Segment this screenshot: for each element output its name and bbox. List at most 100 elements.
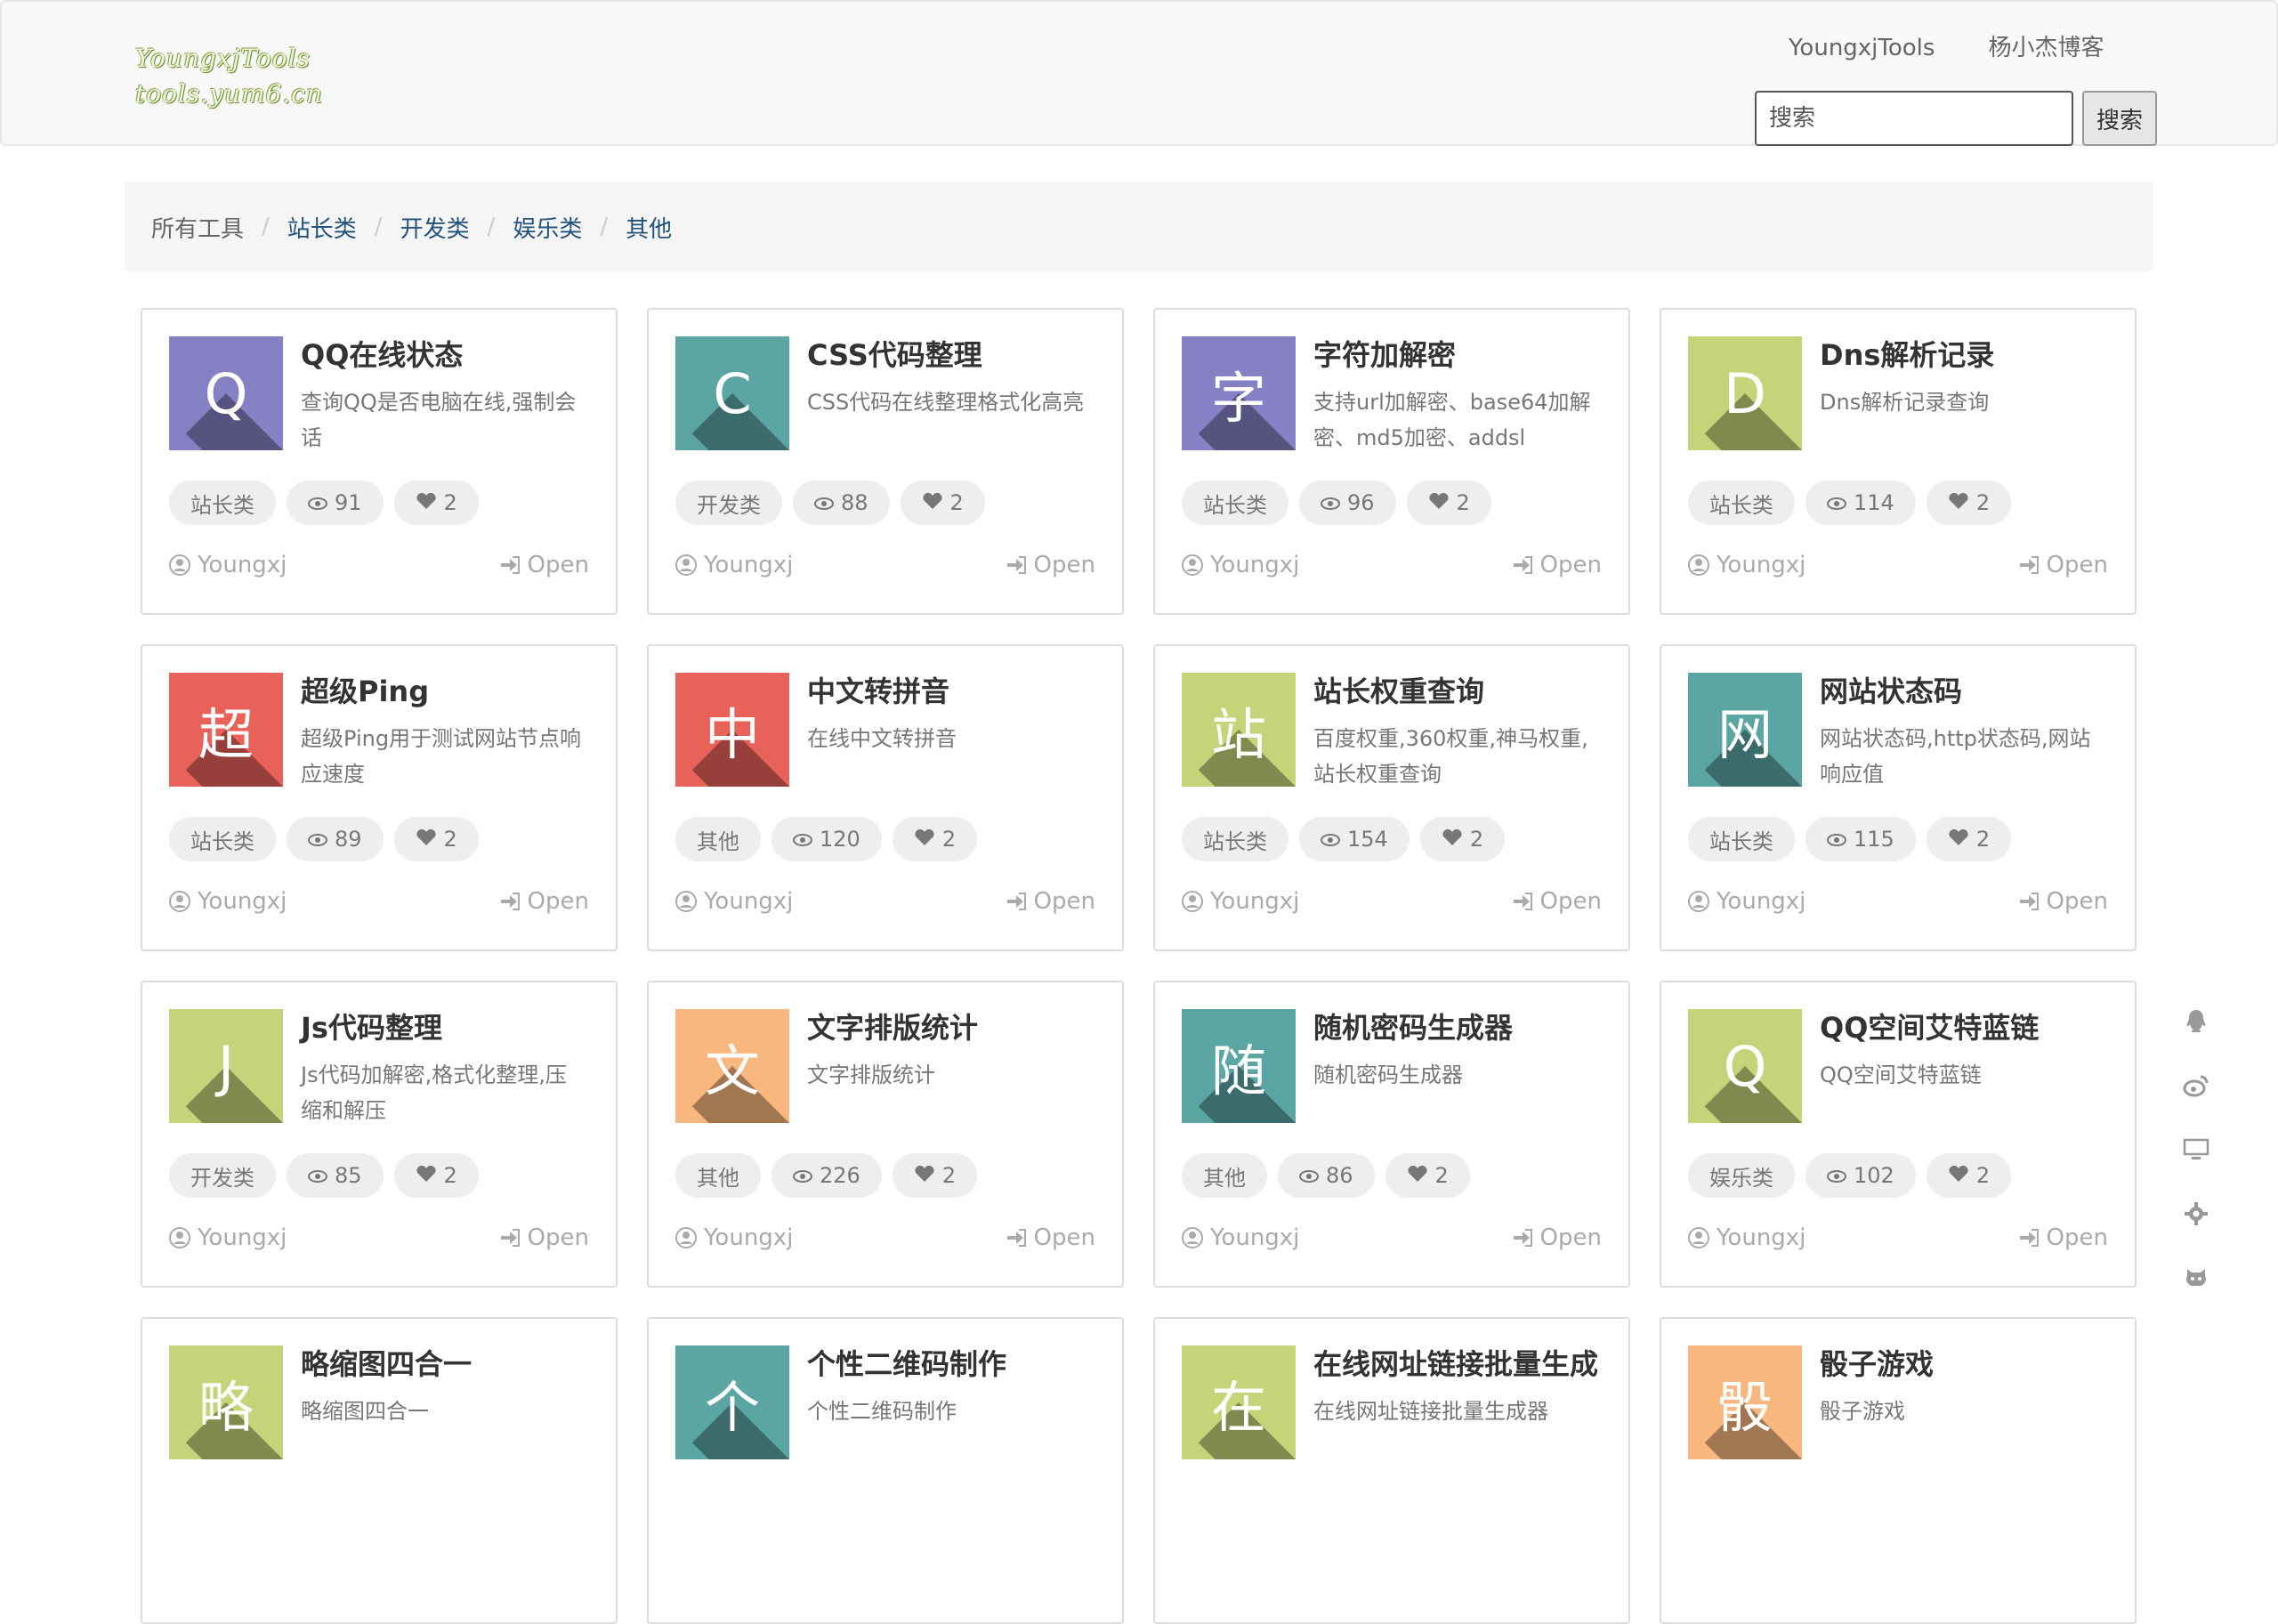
likes-tag[interactable]: 2 bbox=[1926, 1153, 2012, 1198]
tool-description: Dns解析记录查询 bbox=[1820, 390, 1990, 415]
views-count: 154 bbox=[1347, 827, 1388, 852]
tool-card[interactable]: Q QQ空间艾特蓝链 QQ空间艾特蓝链 娱乐类 102 2 Youngxj Open bbox=[1660, 981, 2137, 1288]
github-icon[interactable] bbox=[2181, 1262, 2211, 1294]
category-tag[interactable]: 站长类 bbox=[1688, 481, 1795, 525]
category-tag[interactable]: 站长类 bbox=[1182, 481, 1288, 525]
open-link[interactable]: Open bbox=[1006, 888, 1095, 915]
tool-tags: 开发类 85 2 bbox=[169, 1153, 479, 1198]
nav-link-youngxjtools[interactable]: YoungxjTools bbox=[1762, 28, 1961, 68]
avatar-letter: 在 bbox=[1210, 1375, 1266, 1440]
open-link[interactable]: Open bbox=[499, 552, 589, 578]
open-link[interactable]: Open bbox=[499, 888, 589, 915]
category-tag[interactable]: 开发类 bbox=[169, 1153, 276, 1198]
views-count: 102 bbox=[1854, 1163, 1894, 1188]
open-link[interactable]: Open bbox=[2018, 888, 2108, 915]
open-label: Open bbox=[2046, 1224, 2108, 1251]
open-link[interactable]: Open bbox=[1512, 552, 1602, 578]
category-tag[interactable]: 站长类 bbox=[1688, 817, 1795, 861]
category-tag[interactable]: 其他 bbox=[1182, 1153, 1267, 1198]
category-tag[interactable]: 站长类 bbox=[169, 817, 276, 861]
brand-logo[interactable]: YoungxjTools tools.yum6.cn bbox=[135, 41, 323, 112]
tool-title[interactable]: 字符加解密 bbox=[1313, 333, 1456, 374]
gear-icon[interactable] bbox=[2181, 1198, 2211, 1230]
category-tag[interactable]: 开发类 bbox=[675, 481, 782, 525]
tool-card[interactable]: 文文字排版统计 文字排版统计 其他 226 2 Youngxj Open bbox=[647, 981, 1124, 1288]
tool-card[interactable]: 超 超级Ping 超级Ping用于测试网站节点响应速度 站长类 89 2 Youngxj Op… bbox=[141, 644, 618, 951]
tool-card[interactable]: 在 在线网址链接批量生成 在线网址链接批量生成器 bbox=[1153, 1317, 1630, 1624]
tool-title[interactable]: Dns解析记录 bbox=[1820, 333, 1994, 374]
category-tag[interactable]: 娱乐类 bbox=[1688, 1153, 1795, 1198]
tool-title[interactable]: 在线网址链接批量生成 bbox=[1313, 1342, 1598, 1383]
tool-card[interactable]: 中 中文转拼音 在线中文转拼音 其他 120 2 Youngxj Open bbox=[647, 644, 1124, 951]
likes-tag[interactable]: 2 bbox=[393, 817, 479, 861]
nav-link-blog[interactable]: 杨小杰博客 bbox=[1961, 28, 2130, 68]
search-input[interactable] bbox=[1755, 91, 2073, 146]
tool-title[interactable]: 文字排版统计 bbox=[807, 1006, 978, 1046]
breadcrumb-entertainment[interactable]: 娱乐类 bbox=[513, 211, 582, 244]
tool-title[interactable]: Js代码整理 bbox=[301, 1006, 442, 1046]
tool-card[interactable]: 随随机密码生成器 随机密码生成器 其他 86 2 Youngxj Open bbox=[1153, 981, 1630, 1288]
open-link[interactable]: Open bbox=[2018, 552, 2108, 578]
tool-card[interactable]: C CSS代码整理 CSS代码在线整理格式化高亮 开发类 88 2 Youngxj Open bbox=[647, 308, 1124, 615]
open-link[interactable]: Open bbox=[1512, 1224, 1602, 1251]
tool-tags: 站长类 89 2 bbox=[169, 817, 479, 861]
tool-title[interactable]: 站长权重查询 bbox=[1313, 669, 1484, 710]
likes-tag[interactable]: 2 bbox=[892, 817, 978, 861]
likes-tag[interactable]: 2 bbox=[1385, 1153, 1470, 1198]
brand-line2: tools.yum6.cn bbox=[135, 79, 324, 109]
tool-title[interactable]: QQ在线状态 bbox=[301, 333, 463, 374]
tool-title[interactable]: 略缩图四合一 bbox=[301, 1342, 472, 1383]
views-count: 88 bbox=[841, 490, 868, 515]
tool-card[interactable]: 略略缩图四合一 略缩图四合一 bbox=[141, 1317, 618, 1624]
tool-tags: 站长类 114 2 bbox=[1688, 481, 2012, 525]
open-link[interactable]: Open bbox=[1006, 552, 1095, 578]
eye-icon bbox=[793, 1163, 812, 1188]
likes-tag[interactable]: 2 bbox=[393, 1153, 479, 1198]
likes-tag[interactable]: 2 bbox=[900, 481, 985, 525]
tool-card[interactable]: 骰骰子游戏 骰子游戏 bbox=[1660, 1317, 2137, 1624]
tool-title[interactable]: CSS代码整理 bbox=[807, 333, 982, 374]
tool-title[interactable]: 随机密码生成器 bbox=[1313, 1006, 1513, 1046]
likes-tag[interactable]: 2 bbox=[1926, 481, 2012, 525]
avatar-letter: C bbox=[713, 360, 752, 426]
likes-tag[interactable]: 2 bbox=[892, 1153, 978, 1198]
tool-title[interactable]: 网站状态码 bbox=[1820, 669, 1962, 710]
open-link[interactable]: Open bbox=[1512, 888, 1602, 915]
category-tag[interactable]: 站长类 bbox=[1182, 817, 1288, 861]
open-link[interactable]: Open bbox=[1006, 1224, 1095, 1251]
tool-title[interactable]: 个性二维码制作 bbox=[807, 1342, 1006, 1383]
breadcrumb-other[interactable]: 其他 bbox=[626, 211, 672, 244]
likes-tag[interactable]: 2 bbox=[1419, 817, 1506, 861]
tool-card[interactable]: 个个性二维码制作 个性二维码制作 bbox=[647, 1317, 1124, 1624]
open-label: Open bbox=[1539, 1224, 1602, 1251]
likes-tag[interactable]: 2 bbox=[1406, 481, 1491, 525]
open-link[interactable]: Open bbox=[499, 1224, 589, 1251]
qq-icon[interactable] bbox=[2181, 1006, 2211, 1038]
tool-card[interactable]: Q QQ在线状态 查询QQ是否电脑在线,强制会话 站长类 91 2 Youngxj Open bbox=[141, 308, 618, 615]
category-tag[interactable]: 站长类 bbox=[169, 481, 276, 525]
tool-card[interactable]: 字 字符加解密 支持url加解密、base64加解密、md5加密、addsl 站长类 9… bbox=[1153, 308, 1630, 615]
tool-card[interactable]: 网 网站状态码 网站状态码,http状态码,网站响应值 站长类 115 2 Youngxj O… bbox=[1660, 644, 2137, 951]
search-button[interactable]: 搜索 bbox=[2082, 91, 2157, 146]
tool-card[interactable]: 站 站长权重查询 百度权重,360权重,神马权重,站长权重查询 站长类 154 2 Youn… bbox=[1153, 644, 1630, 951]
open-link[interactable]: Open bbox=[2018, 1224, 2108, 1251]
likes-tag[interactable]: 2 bbox=[393, 481, 479, 525]
monitor-icon[interactable] bbox=[2181, 1134, 2211, 1166]
likes-count: 2 bbox=[949, 490, 964, 515]
tool-card[interactable]: D Dns解析记录 Dns解析记录查询 站长类 114 2 Youngxj Open bbox=[1660, 308, 2137, 615]
tool-title[interactable]: QQ空间艾特蓝链 bbox=[1820, 1006, 2039, 1046]
tool-card[interactable]: J Js代码整理 Js代码加解密,格式化整理,压缩和解压 开发类 85 2 Youngxj O… bbox=[141, 981, 618, 1288]
breadcrumb-webmaster[interactable]: 站长类 bbox=[287, 211, 357, 244]
user-icon bbox=[1688, 891, 1709, 912]
breadcrumb-dev[interactable]: 开发类 bbox=[400, 211, 470, 244]
weibo-icon[interactable] bbox=[2181, 1070, 2211, 1102]
category-tag[interactable]: 其他 bbox=[675, 1153, 761, 1198]
tool-title[interactable]: 中文转拼音 bbox=[807, 669, 949, 710]
author-name: Youngxj bbox=[198, 552, 287, 578]
tool-description: 在线中文转拼音 bbox=[807, 726, 957, 751]
breadcrumb-separator: / bbox=[374, 214, 383, 240]
category-tag[interactable]: 其他 bbox=[675, 817, 761, 861]
likes-tag[interactable]: 2 bbox=[1926, 817, 2012, 861]
tool-title[interactable]: 超级Ping bbox=[301, 669, 429, 710]
tool-title[interactable]: 骰子游戏 bbox=[1820, 1342, 1934, 1383]
